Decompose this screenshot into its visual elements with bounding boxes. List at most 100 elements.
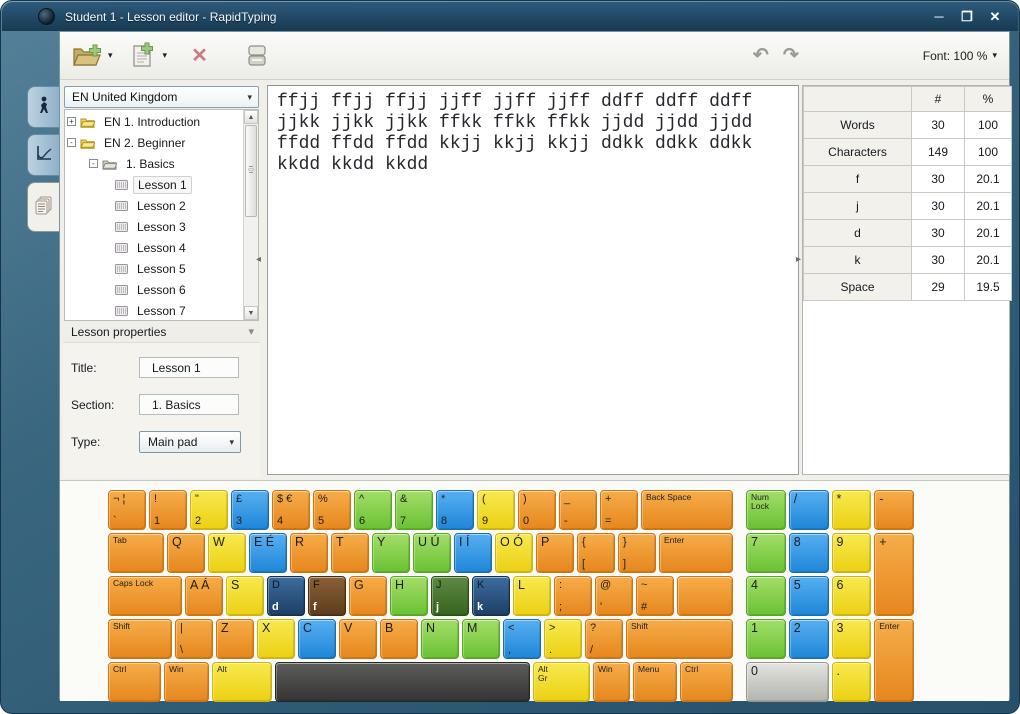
key-sym[interactable]: )0 (518, 490, 556, 530)
key-sym[interactable]: <, (503, 619, 541, 659)
lesson-properties-header[interactable]: Lesson properties ▾ (63, 321, 260, 343)
tree-item-lesson-4[interactable]: Lesson 4 (65, 237, 242, 258)
title-field[interactable]: Lesson 1 (139, 357, 239, 378)
redo-icon[interactable]: ↷ (783, 44, 799, 67)
key-sym[interactable]: * (832, 490, 872, 530)
key-e[interactable]: E É (249, 533, 287, 573)
key-i[interactable]: I Í (454, 533, 492, 573)
key-£[interactable]: £3 (231, 490, 269, 530)
new-course-button[interactable] (70, 40, 104, 72)
key-ctrl[interactable]: Ctrl (108, 662, 161, 702)
tab-statistics[interactable] (27, 134, 60, 176)
key-2[interactable]: 2 (789, 619, 829, 659)
key-sym[interactable]: :; (554, 576, 592, 616)
collapse-left-splitter[interactable]: ◂ (256, 254, 261, 265)
key-4[interactable]: 4 (746, 576, 786, 616)
tree-item-lesson-6[interactable]: Lesson 6 (65, 279, 242, 300)
minimize-button[interactable]: ─ (930, 9, 948, 25)
key-8[interactable]: 8 (789, 533, 829, 573)
tree-item-en-1-introduction[interactable]: +EN 1. Introduction (65, 111, 242, 132)
scroll-up-button[interactable]: ▲ (244, 110, 258, 124)
type-dropdown[interactable]: Main pad ▾ (139, 431, 241, 453)
undo-icon[interactable]: ↶ (753, 44, 769, 67)
key-sym[interactable]: }] (618, 533, 656, 573)
maximize-button[interactable]: ❐ (958, 9, 976, 25)
key-num-lock[interactable]: Num Lock (746, 490, 786, 530)
key-k[interactable]: Kk (472, 576, 510, 616)
tab-students[interactable] (27, 86, 60, 128)
key-alt[interactable]: Alt (212, 662, 272, 702)
key-l[interactable]: L (513, 576, 551, 616)
key-sym[interactable]: &7 (395, 490, 433, 530)
key-q[interactable]: Q (167, 533, 205, 573)
key-w[interactable]: W (208, 533, 246, 573)
key-u[interactable]: U Ú (413, 533, 451, 573)
key-sym[interactable]: ~# (636, 576, 674, 616)
key-sym[interactable]: *8 (436, 490, 474, 530)
tree-item-lesson-7[interactable]: Lesson 7 (65, 300, 242, 320)
tree-item-lesson-2[interactable]: Lesson 2 (65, 195, 242, 216)
key-g[interactable]: G (349, 576, 387, 616)
lesson-text-editor[interactable]: ffjj ffjj ffjj jjff jjff jjff ddff ddff … (267, 85, 799, 475)
key-alt-gr[interactable]: Alt Gr (533, 662, 590, 702)
tree-expander-icon[interactable]: + (67, 117, 76, 126)
key-j[interactable]: Jj (431, 576, 469, 616)
key-sym[interactable]: (9 (477, 490, 515, 530)
key-0[interactable]: 0 (746, 662, 829, 702)
scroll-down-button[interactable]: ▼ (244, 306, 258, 320)
tree-item-lesson-3[interactable]: Lesson 3 (65, 216, 242, 237)
key-sym[interactable]: |\ (175, 619, 213, 659)
language-combobox[interactable]: EN United Kingdom ▾ (64, 86, 259, 108)
section-field[interactable]: 1. Basics (139, 394, 239, 415)
key-sym[interactable]: - (874, 490, 914, 530)
key-sym[interactable]: @' (595, 576, 633, 616)
key-¬-¦[interactable]: ¬ ¦` (108, 490, 146, 530)
key-t[interactable]: T (331, 533, 369, 573)
key-enter[interactable]: Enter (659, 533, 733, 573)
key-b[interactable]: B (380, 619, 418, 659)
key-h[interactable]: H (390, 576, 428, 616)
key-7[interactable]: 7 (746, 533, 786, 573)
key-1[interactable]: 1 (746, 619, 786, 659)
key-z[interactable]: Z (216, 619, 254, 659)
key-s[interactable]: S (226, 576, 264, 616)
key-sym[interactable]: ?/ (585, 619, 623, 659)
tree-item-1-basics[interactable]: -1. Basics (65, 153, 242, 174)
key-blank[interactable] (677, 576, 733, 616)
key-x[interactable]: X (257, 619, 295, 659)
key-sym[interactable]: + (874, 533, 914, 616)
key-sym[interactable]: %5 (313, 490, 351, 530)
tree-scrollbar[interactable]: ▲ ▼ (243, 110, 258, 320)
key-r[interactable]: R (290, 533, 328, 573)
new-lesson-button[interactable] (125, 40, 159, 72)
font-zoom-dropdown[interactable]: Font: 100 % ▾ (923, 49, 997, 63)
collapse-right-splitter[interactable]: ▸ (796, 254, 801, 265)
key-sym[interactable]: {[ (577, 533, 615, 573)
key-sym[interactable]: _- (559, 490, 597, 530)
key-5[interactable]: 5 (789, 576, 829, 616)
key-c[interactable]: C (298, 619, 336, 659)
key-n[interactable]: N (421, 619, 459, 659)
key-o[interactable]: O Ó (495, 533, 533, 573)
key-sym[interactable]: . (832, 662, 872, 702)
tab-lessons[interactable] (27, 182, 60, 232)
key-d[interactable]: Dd (267, 576, 305, 616)
key-shift[interactable]: Shift (108, 619, 172, 659)
key-p[interactable]: P (536, 533, 574, 573)
key-a[interactable]: A Á (185, 576, 223, 616)
tree-expander-icon[interactable]: - (89, 159, 98, 168)
key-win[interactable]: Win (593, 662, 630, 702)
delete-button[interactable]: ✕ (191, 43, 208, 68)
key-menu[interactable]: Menu (633, 662, 677, 702)
key-sym[interactable]: += (600, 490, 638, 530)
key-sym[interactable]: !1 (149, 490, 187, 530)
key-back-space[interactable]: Back Space (641, 490, 733, 530)
key-€[interactable]: $ €4 (272, 490, 310, 530)
key-sym[interactable]: >. (544, 619, 582, 659)
tree-item-en-2-beginner[interactable]: -EN 2. Beginner (65, 132, 242, 153)
tree-expander-icon[interactable]: - (67, 138, 76, 147)
key-3[interactable]: 3 (832, 619, 872, 659)
new-lesson-caret-icon[interactable]: ▾ (163, 50, 168, 61)
close-button[interactable]: ✕ (986, 9, 1004, 25)
key-ctrl[interactable]: Ctrl (680, 662, 733, 702)
